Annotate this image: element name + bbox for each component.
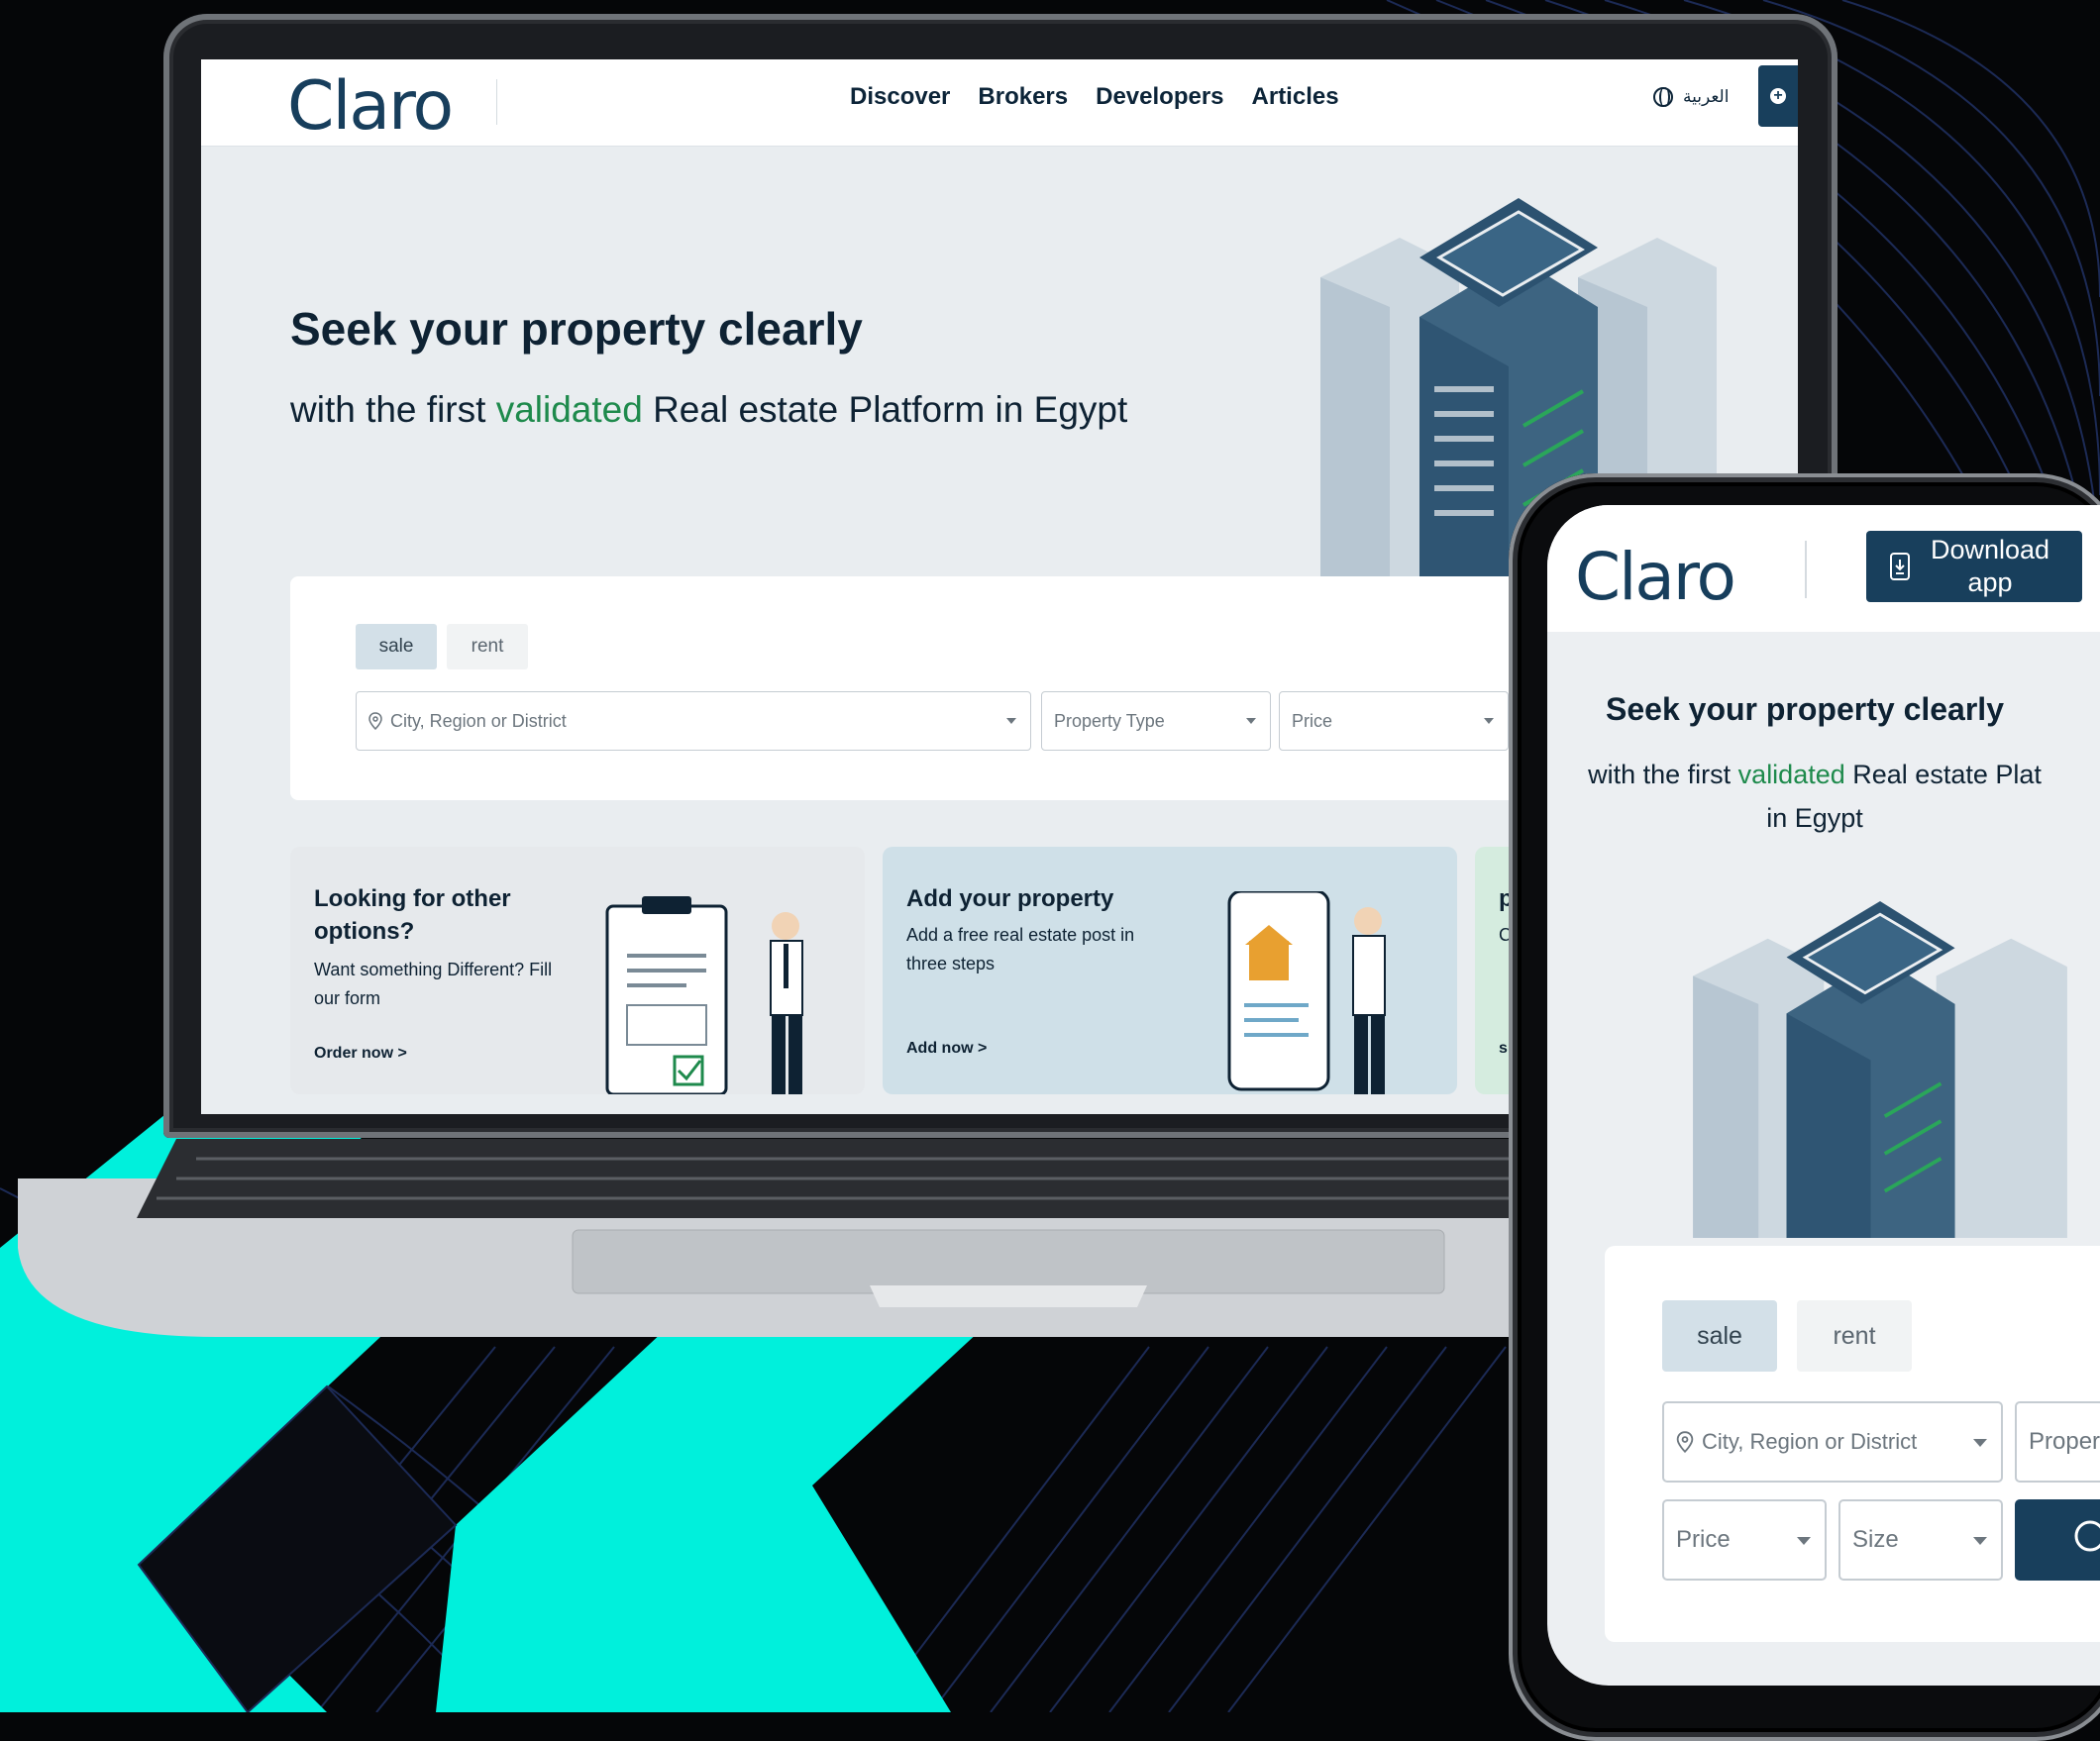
chevron-down-icon	[1797, 1537, 1811, 1545]
city-select[interactable]: City, Region or District	[356, 691, 1031, 751]
language-switch[interactable]: العربية	[1653, 87, 1729, 107]
nav-discover[interactable]: Discover	[850, 83, 950, 111]
main-nav: Discover Brokers Developers Articles	[850, 83, 1339, 111]
download-app-button[interactable]: Download app	[1866, 531, 2082, 602]
add-listing-button[interactable]: +	[1758, 65, 1798, 127]
chevron-down-icon	[1006, 718, 1016, 724]
phone-illustration	[1227, 891, 1386, 1094]
mobile-price-placeholder: Price	[1676, 1526, 1731, 1553]
mobile-sub-after: Real estate Plat	[1852, 760, 2042, 789]
header-divider	[496, 79, 497, 125]
tab-rent[interactable]: rent	[447, 624, 528, 669]
claro-logo[interactable]: Claro	[287, 67, 454, 146]
property-type-placeholder: Property Type	[1054, 710, 1165, 731]
mobile-size-select[interactable]: Size	[1838, 1499, 2003, 1581]
mobile-header-divider	[1805, 541, 1807, 598]
nav-developers[interactable]: Developers	[1096, 83, 1223, 111]
mobile-sub-line2: in Egypt	[1766, 803, 1863, 833]
price-select[interactable]: Price	[1279, 691, 1509, 751]
card-other-options: Looking for other options? Want somethin…	[290, 847, 865, 1094]
hero-subtitle: with the first validated Real estate Pla…	[290, 381, 1142, 439]
nav-articles[interactable]: Articles	[1252, 83, 1339, 111]
language-label: العربية	[1683, 87, 1730, 106]
phone-download-icon	[1890, 553, 1910, 580]
hero-title: Seek your property clearly	[290, 303, 863, 355]
mobile-sub-highlight: validated	[1737, 760, 1845, 789]
location-pin-icon	[1676, 1431, 1694, 1453]
city-placeholder: City, Region or District	[390, 710, 567, 731]
mobile-building-illustration	[1693, 901, 2067, 1238]
mobile-tab-rent[interactable]: rent	[1797, 1300, 1912, 1372]
mobile-hero-subtitle: with the first validated Real estate Pla…	[1577, 753, 2052, 840]
mobile-property-type-select[interactable]: Property ...	[2015, 1401, 2100, 1483]
card-add-property: Add your property Add a free real estate…	[883, 847, 1457, 1094]
hero-sub-after: Real estate Platform in Egypt	[653, 389, 1128, 430]
search-icon	[2074, 1520, 2100, 1552]
tab-sale[interactable]: sale	[356, 624, 437, 669]
chevron-down-icon	[1973, 1537, 1987, 1545]
chevron-down-icon	[1973, 1439, 1987, 1447]
phone-screen: Claro Download app Seek your property cl…	[1547, 505, 2100, 1686]
globe-icon	[1653, 87, 1673, 107]
nav-brokers[interactable]: Brokers	[978, 83, 1068, 111]
location-pin-icon	[368, 712, 382, 730]
card-text: Add a free real estate post in three ste…	[906, 925, 1135, 973]
chevron-down-icon	[1484, 718, 1494, 724]
mobile-logo-wordmark: Claro	[1575, 539, 1736, 615]
search-panel: sale rent City, Region or District Prope…	[290, 576, 1538, 800]
card-text: Want something Different? Fill our form	[314, 960, 553, 1008]
mobile-city-placeholder: City, Region or District	[1702, 1429, 1918, 1454]
hero-sub-before: with the first	[290, 389, 486, 430]
download-app-label: Download app	[1930, 535, 2050, 597]
card-title: Looking for other options?	[314, 885, 511, 945]
mobile-city-select[interactable]: City, Region or District	[1662, 1401, 2003, 1483]
mobile-search-button[interactable]	[2015, 1499, 2100, 1581]
mobile-search-panel: sale rent City, Region or District Prope…	[1605, 1246, 2100, 1642]
card-link[interactable]: s	[1499, 1040, 1508, 1058]
site-header: Claro Discover Brokers Developers Articl…	[201, 59, 1798, 147]
price-placeholder: Price	[1292, 710, 1333, 731]
mobile-header: Claro Download app	[1547, 505, 2100, 632]
order-now-link[interactable]: Order now >	[314, 1045, 407, 1063]
mobile-sub-before: with the first	[1588, 760, 1732, 789]
mobile-claro-logo[interactable]: Claro	[1575, 539, 1736, 615]
mobile-price-select[interactable]: Price	[1662, 1499, 1827, 1581]
plus-icon: +	[1770, 88, 1786, 104]
mobile-type-placeholder: Property ...	[2029, 1428, 2100, 1455]
logo-wordmark: Claro	[287, 67, 454, 146]
hero-sub-highlight: validated	[495, 389, 643, 430]
card-title: Add your property	[906, 885, 1114, 912]
chevron-down-icon	[1246, 718, 1256, 724]
mobile-hero-title: Seek your property clearly	[1606, 691, 2004, 727]
mobile-tab-sale[interactable]: sale	[1662, 1300, 1777, 1372]
clipboard-illustration	[605, 896, 803, 1094]
property-type-select[interactable]: Property Type	[1041, 691, 1271, 751]
add-now-link[interactable]: Add now >	[906, 1040, 987, 1058]
mobile-size-placeholder: Size	[1852, 1526, 1899, 1553]
